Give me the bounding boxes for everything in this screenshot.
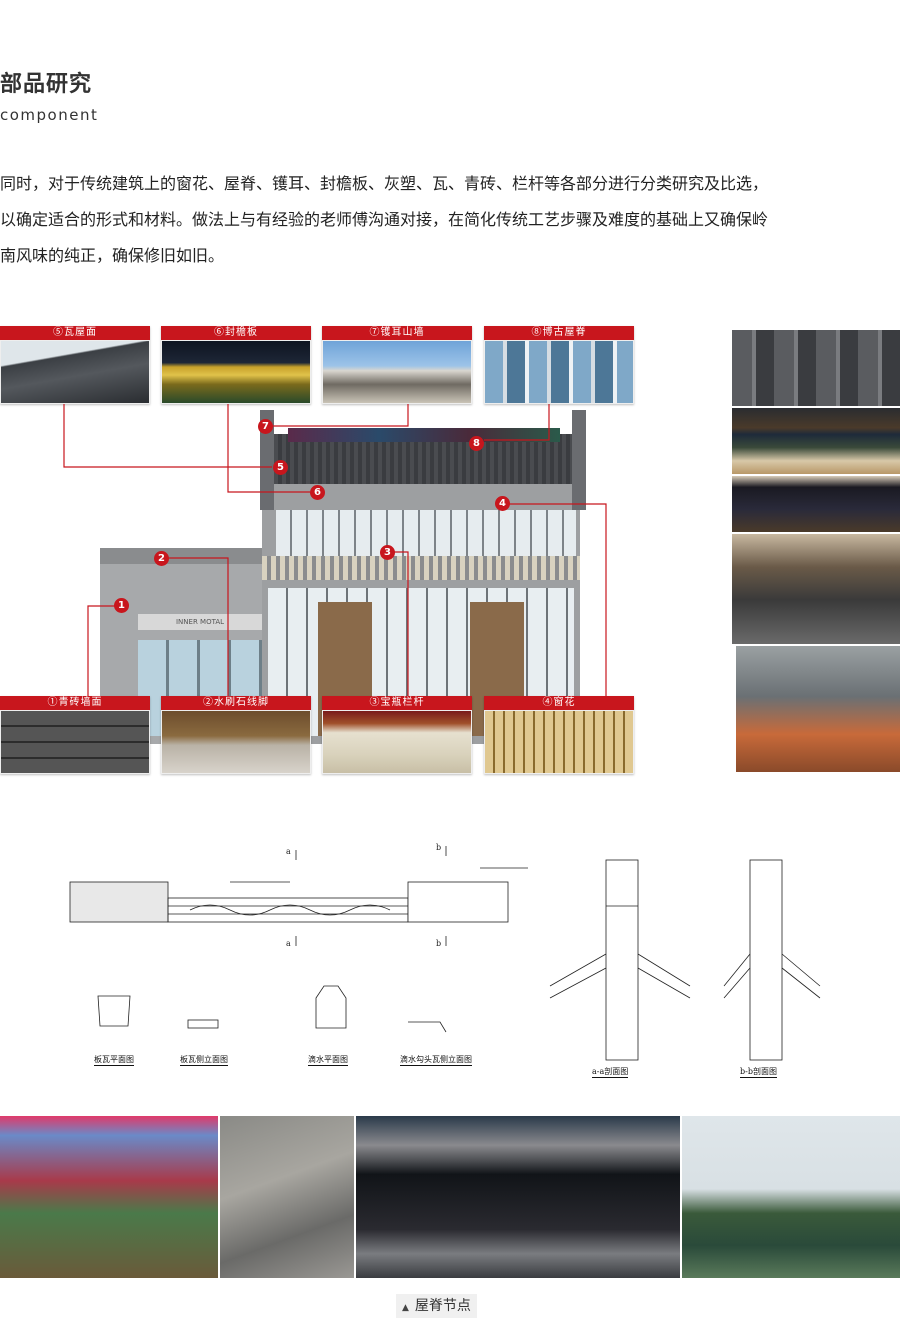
intro-line: 南风味的纯正，确保修旧如旧。 xyxy=(0,246,225,265)
photo-gable-steps xyxy=(736,646,900,772)
photo-ridge-mural xyxy=(356,1116,680,1278)
pin-8: 8 xyxy=(469,436,484,451)
drawing-linework: a a b b xyxy=(69,843,821,1061)
section-mark-text: b xyxy=(436,843,441,852)
card-balustrade: ③宝瓶栏杆 xyxy=(322,696,472,774)
leader-line-7 xyxy=(272,404,409,427)
section-a-wall xyxy=(605,859,639,1061)
photo-ridge-decoration xyxy=(732,408,900,474)
section-a-roof xyxy=(549,953,691,987)
photo-carved-wall xyxy=(732,534,900,644)
section-b-wall xyxy=(749,859,783,1061)
drawing-label: 板瓦侧立面图 xyxy=(180,1055,228,1066)
component-diagram: ⑤瓦屋面 ⑥封檐板 ⑦镬耳山墙 ⑧博古屋脊 INNER MOTAL 1 2 3 … xyxy=(0,322,640,778)
leader-line-6 xyxy=(227,404,310,493)
pin-6: 6 xyxy=(310,485,325,500)
construction-drawings: a a b b 板瓦平面图 板瓦侧立面图 滴水平面图 滴水勾头瓦侧立面图 a-a… xyxy=(60,836,840,1082)
leader-line-1 xyxy=(87,605,118,698)
section-mark-text: b xyxy=(436,939,441,948)
section-mark-text: a xyxy=(286,939,291,948)
pin-2: 2 xyxy=(154,551,169,566)
photo-plaster-pieces xyxy=(220,1116,354,1278)
ridge-end-left xyxy=(69,881,169,923)
plain-tile-plan xyxy=(97,995,131,1027)
intro-line: 同时，对于传统建筑上的窗花、屋脊、镬耳、封檐板、灰塑、瓦、青砖、栏杆等各部分进行… xyxy=(0,174,769,193)
section-mark-text: a xyxy=(286,847,291,856)
card-label: ①青砖墙面 xyxy=(0,696,150,710)
drawing-label: a-a剖面图 xyxy=(592,1067,629,1078)
pin-3: 3 xyxy=(380,545,395,560)
intro-paragraph: 同时，对于传统建筑上的窗花、屋脊、镬耳、封檐板、灰塑、瓦、青砖、栏杆等各部分进行… xyxy=(0,166,900,274)
drawing-label: 板瓦平面图 xyxy=(94,1055,134,1066)
pin-5: 5 xyxy=(273,460,288,475)
pin-1: 1 xyxy=(114,598,129,613)
section-b-roof xyxy=(723,967,821,999)
plain-tile-side xyxy=(187,1019,219,1029)
card-label: ③宝瓶栏杆 xyxy=(322,696,472,710)
blue-brick-wall-photo xyxy=(1,711,149,773)
card-window-lattice: ④窗花 xyxy=(484,696,634,774)
ridge-end-right xyxy=(407,881,509,923)
drawing-label: 滴水平面图 xyxy=(308,1055,348,1066)
page-subtitle: component xyxy=(0,106,99,124)
photo-painted-panel xyxy=(732,476,900,532)
leader-line-8 xyxy=(484,404,550,441)
card-granite-moulding: ②水刷石线脚 xyxy=(161,696,311,774)
drawing-label: b-b剖面图 xyxy=(740,1067,777,1078)
pin-4: 4 xyxy=(495,496,510,511)
card-label: ②水刷石线脚 xyxy=(161,696,311,710)
caption-text: 屋脊节点 xyxy=(414,1298,471,1314)
photo-workers-restoring xyxy=(0,1116,218,1278)
drip-tile-side xyxy=(408,1021,447,1033)
card-brick-wall: ①青砖墙面 xyxy=(0,696,150,774)
triangle-up-icon: ▲ xyxy=(402,1303,409,1313)
leader-line-2 xyxy=(163,557,229,698)
ridge-body xyxy=(167,897,409,923)
image-caption: ▲ 屋脊节点 xyxy=(396,1294,477,1318)
card-label: ④窗花 xyxy=(484,696,634,710)
section-a-roof xyxy=(549,967,691,999)
leader-line-4 xyxy=(503,503,607,698)
vase-balustrade-photo xyxy=(323,711,471,773)
photo-ridge-tiles xyxy=(732,330,900,406)
page-title: 部品研究 xyxy=(0,72,93,97)
drip-tile-plan xyxy=(315,985,347,1029)
leader-line-3 xyxy=(388,551,409,698)
window-lattice-photo xyxy=(485,711,633,773)
leader-line-5 xyxy=(63,404,272,468)
pin-7: 7 xyxy=(258,419,273,434)
photo-ridge-trees xyxy=(682,1116,900,1278)
ridge-ornament xyxy=(189,904,391,916)
drawing-label: 滴水勾头瓦侧立面图 xyxy=(400,1055,472,1066)
granite-moulding-photo xyxy=(162,711,310,773)
intro-line: 以确定适合的形式和材料。做法上与有经验的老师傅沟通对接，在简化传统工艺步骤及难度… xyxy=(0,210,769,229)
